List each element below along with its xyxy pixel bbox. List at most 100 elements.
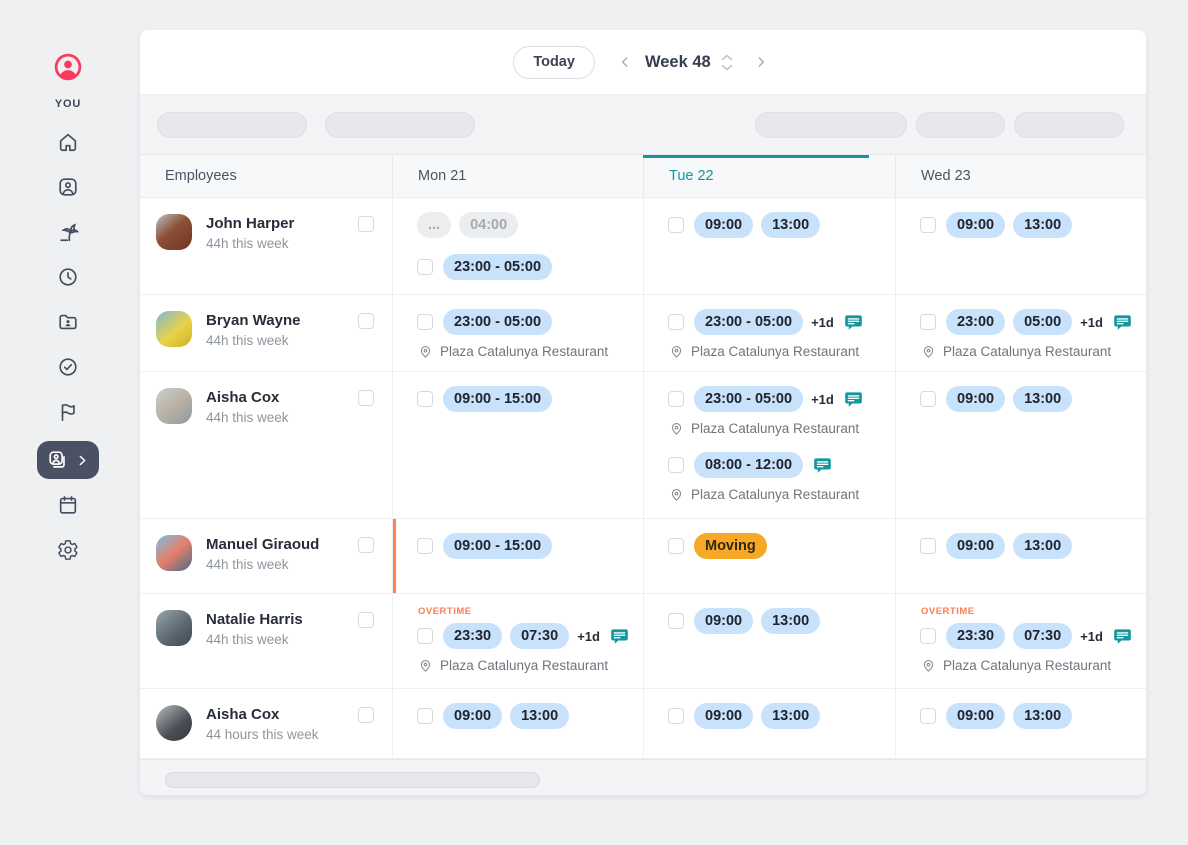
chevron-right-icon — [754, 55, 768, 69]
shift-checkbox[interactable] — [920, 708, 936, 724]
shift-checkbox[interactable] — [668, 538, 684, 554]
shift-checkbox[interactable] — [920, 391, 936, 407]
sidebar-item-approvals[interactable] — [37, 355, 99, 379]
shift: 09:00 13:00 — [920, 386, 1136, 412]
week-sorter[interactable] — [721, 54, 733, 71]
shift-checkbox[interactable] — [668, 217, 684, 233]
employee-row: Aisha Cox44h this week09:00 - 15:0023:00… — [140, 372, 1146, 519]
employee-checkbox[interactable] — [358, 390, 374, 406]
shift-chip[interactable]: 13:00 — [1013, 212, 1072, 238]
shift-checkbox[interactable] — [920, 538, 936, 554]
shift-chip[interactable]: 09:00 — [694, 212, 753, 238]
shift-chip[interactable]: 09:00 - 15:00 — [443, 386, 552, 412]
person-circle-icon[interactable] — [53, 52, 83, 87]
sidebar-item-time-off[interactable] — [37, 220, 99, 244]
employee-checkbox[interactable] — [358, 612, 374, 628]
shift-checkbox[interactable] — [668, 391, 684, 407]
shift-chip[interactable]: 09:00 — [946, 212, 1005, 238]
previous-week-button[interactable] — [613, 50, 637, 74]
sidebar-item-employees[interactable] — [37, 441, 99, 479]
location-pin-icon — [921, 344, 936, 359]
shift-chip[interactable]: 09:00 — [443, 703, 502, 729]
employee-row: Natalie Harris44h this weekOVERTIME23:30… — [140, 594, 1146, 689]
shift-chip[interactable]: 09:00 — [946, 533, 1005, 559]
avatar — [156, 705, 192, 741]
shift-chip[interactable]: 09:00 — [946, 703, 1005, 729]
shift-chip[interactable]: 13:00 — [1013, 386, 1072, 412]
shift-line: 23:00 - 05:00 +1d — [668, 309, 885, 335]
shift-chip[interactable]: 23:00 - 05:00 — [694, 309, 803, 335]
sidebar-item-time-tracking[interactable] — [37, 265, 99, 289]
sidebar-item-profile-card[interactable] — [37, 175, 99, 199]
shift-chip[interactable]: 23:00 — [946, 309, 1005, 335]
employee-row: Bryan Wayne44h this week23:00 - 05:00Pla… — [140, 295, 1146, 372]
shift-checkbox[interactable] — [417, 628, 433, 644]
speech-bubble-icon[interactable] — [610, 627, 629, 646]
shift-chip[interactable]: 23:00 - 05:00 — [443, 254, 552, 280]
shift-checkbox[interactable] — [920, 217, 936, 233]
speech-bubble-icon[interactable] — [1113, 313, 1132, 332]
today-button[interactable]: Today — [513, 46, 595, 79]
shift-line: 09:00 13:00 — [417, 703, 633, 729]
shift-chip[interactable]: 23:30 — [443, 623, 502, 649]
employee-checkbox[interactable] — [358, 313, 374, 329]
shift: 09:00 13:00 — [417, 703, 633, 729]
shift-checkbox[interactable] — [668, 457, 684, 473]
speech-bubble-icon[interactable] — [813, 456, 832, 475]
shift-chip[interactable]: 09:00 — [694, 608, 753, 634]
shift-chip[interactable]: 09:00 - 15:00 — [443, 533, 552, 559]
calendar-header: Today Week 48 — [140, 30, 1146, 95]
shift-checkbox[interactable] — [417, 708, 433, 724]
shift-chip[interactable]: 08:00 - 12:00 — [694, 452, 803, 478]
sidebar-item-documents[interactable] — [37, 310, 99, 334]
shift-checkbox[interactable] — [417, 314, 433, 330]
employee-checkbox[interactable] — [358, 216, 374, 232]
sidebar-item-home[interactable] — [37, 130, 99, 154]
employee-cell: John Harper44h this week — [140, 198, 392, 294]
shift-checkbox[interactable] — [920, 628, 936, 644]
shift-chip[interactable]: 04:00 — [459, 212, 518, 238]
next-week-button[interactable] — [749, 50, 773, 74]
sidebar-item-reports[interactable] — [37, 400, 99, 424]
column-header-tue[interactable]: Tue 22 — [643, 155, 895, 197]
speech-bubble-icon[interactable] — [844, 390, 863, 409]
shift-chip[interactable]: 07:30 — [1013, 623, 1072, 649]
shift-checkbox[interactable] — [417, 538, 433, 554]
next-day-label: +1d — [811, 315, 834, 330]
shift-chip[interactable]: ... — [417, 212, 451, 238]
shift-chip[interactable]: 09:00 — [694, 703, 753, 729]
shift: 09:00 13:00 — [668, 703, 885, 729]
sidebar-item-calendar[interactable] — [37, 493, 99, 517]
shift-checkbox[interactable] — [417, 259, 433, 275]
speech-bubble-icon[interactable] — [844, 313, 863, 332]
shift-checkbox[interactable] — [920, 314, 936, 330]
shift-chip[interactable]: 13:00 — [761, 703, 820, 729]
employee-checkbox[interactable] — [358, 707, 374, 723]
shift-chip[interactable]: 13:00 — [761, 212, 820, 238]
shift-checkbox[interactable] — [668, 314, 684, 330]
shift-line: Moving — [668, 533, 885, 559]
shift-location: Plaza Catalunya Restaurant — [417, 344, 633, 359]
shift-checkbox[interactable] — [417, 391, 433, 407]
day-cell: 23:0005:00+1dPlaza Catalunya Restaurant — [895, 295, 1146, 371]
shift-chip[interactable]: 23:00 - 05:00 — [694, 386, 803, 412]
column-header-mon[interactable]: Mon 21 — [392, 155, 643, 197]
shift-checkbox[interactable] — [668, 613, 684, 629]
employee-checkbox[interactable] — [358, 537, 374, 553]
speech-bubble-icon[interactable] — [1113, 627, 1132, 646]
shift-chip[interactable]: 09:00 — [946, 386, 1005, 412]
shift-checkbox[interactable] — [668, 708, 684, 724]
shift-chip[interactable]: 13:00 — [1013, 533, 1072, 559]
sidebar-item-settings[interactable] — [37, 538, 99, 562]
week-label: Week 48 — [645, 53, 711, 72]
shift-chip[interactable]: 07:30 — [510, 623, 569, 649]
column-header-wed[interactable]: Wed 23 — [895, 155, 1146, 197]
shift-chip[interactable]: 13:00 — [510, 703, 569, 729]
horizontal-scrollbar[interactable] — [165, 772, 540, 788]
shift-chip[interactable]: 13:00 — [761, 608, 820, 634]
shift-chip[interactable]: 05:00 — [1013, 309, 1072, 335]
shift-chip[interactable]: 13:00 — [1013, 703, 1072, 729]
shift-chip[interactable]: 23:30 — [946, 623, 1005, 649]
shift-chip[interactable]: Moving — [694, 533, 767, 559]
shift-chip[interactable]: 23:00 - 05:00 — [443, 309, 552, 335]
